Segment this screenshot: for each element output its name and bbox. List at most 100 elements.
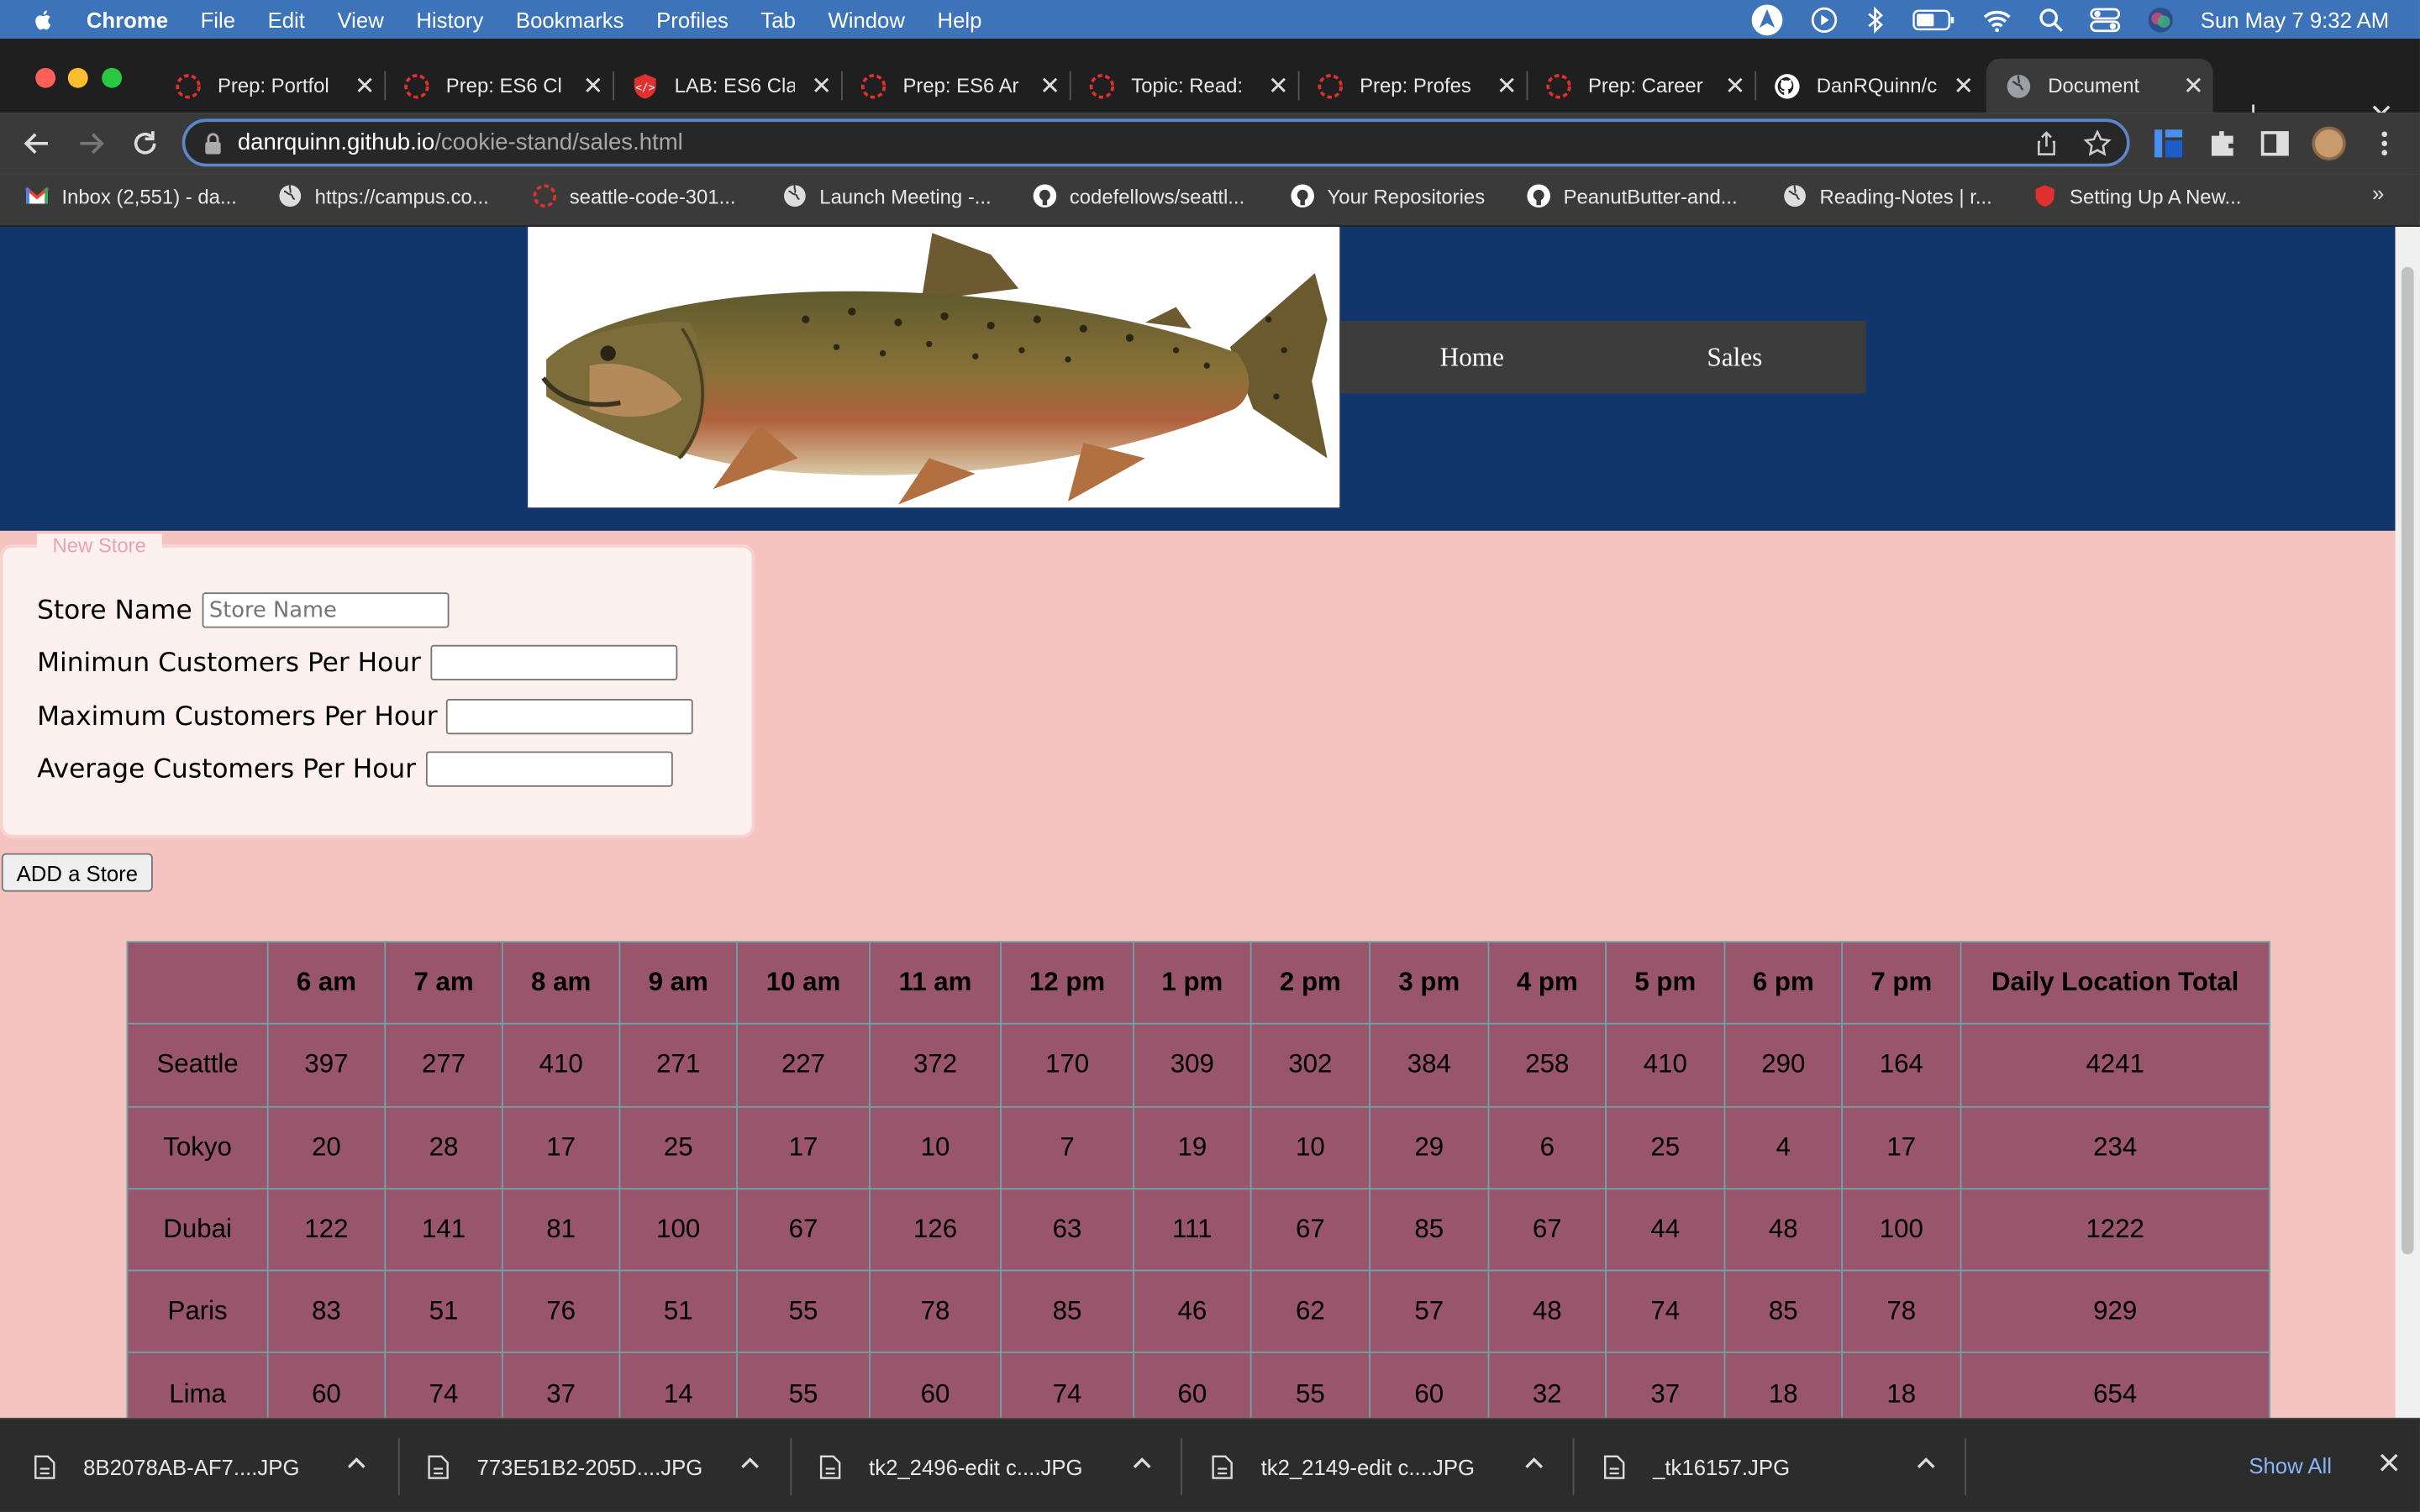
browser-tab[interactable]: Prep: Portfol ✕ xyxy=(156,59,387,113)
menu-help[interactable]: Help xyxy=(938,7,982,31)
tab-close-icon[interactable]: ✕ xyxy=(811,71,832,102)
wifi-icon[interactable] xyxy=(1981,7,2012,32)
download-item[interactable]: _tk16157.JPG xyxy=(1603,1420,1967,1512)
reload-icon[interactable] xyxy=(129,128,160,159)
hourly-sales-cell: 60 xyxy=(1133,1352,1252,1418)
avg-customers-input[interactable] xyxy=(425,751,672,787)
browser-tab[interactable]: Prep: Profes ✕ xyxy=(1298,59,1528,113)
header-cell: 8 am xyxy=(501,941,621,1026)
control-center-icon[interactable] xyxy=(2090,7,2121,32)
bookmark-item[interactable]: Launch Meeting -... xyxy=(782,175,992,218)
menu-window[interactable]: Window xyxy=(828,7,904,31)
chevron-up-icon[interactable] xyxy=(739,1453,761,1475)
chevron-up-icon[interactable] xyxy=(1523,1453,1545,1475)
download-item[interactable]: tk2_2496-edit c....JPG xyxy=(819,1420,1183,1512)
browser-tab[interactable]: </> LAB: ES6 Cla ✕ xyxy=(613,59,843,113)
bookmark-item[interactable]: PeanutButter-and... xyxy=(1526,175,1738,218)
download-item[interactable]: 773E51B2-205D....JPG xyxy=(428,1420,792,1512)
download-item[interactable]: tk2_2149-edit c....JPG xyxy=(1212,1420,1576,1512)
bookmarks-overflow-icon[interactable]: » xyxy=(2372,181,2384,205)
menu-history[interactable]: History xyxy=(416,7,483,31)
bookmark-item[interactable]: https://campus.co... xyxy=(278,175,489,218)
tab-close-icon[interactable]: ✕ xyxy=(1954,71,1975,102)
bluetooth-icon[interactable] xyxy=(1864,5,1886,34)
bookmark-item[interactable]: codefellows/seattl... xyxy=(1033,175,1244,218)
hourly-sales-cell: 74 xyxy=(1000,1352,1134,1418)
battery-icon[interactable] xyxy=(1912,8,1954,30)
play-circle-icon[interactable] xyxy=(1810,5,1838,33)
forward-arrow-icon[interactable] xyxy=(76,128,107,159)
tab-close-icon[interactable]: ✕ xyxy=(1039,71,1060,102)
browser-tab-active[interactable]: Document ✕ xyxy=(1986,58,2213,113)
chevron-up-icon[interactable] xyxy=(1131,1453,1153,1475)
extension-app-icon[interactable] xyxy=(2153,128,2184,159)
share-icon[interactable] xyxy=(2034,131,2059,155)
browser-tab[interactable]: Topic: Read: ✕ xyxy=(1070,59,1300,113)
window-zoom-button[interactable] xyxy=(102,67,123,88)
apple-icon[interactable] xyxy=(31,7,55,31)
navigation-arrow-icon[interactable] xyxy=(1749,3,1783,36)
browser-tab[interactable]: Prep: ES6 Cl ✕ xyxy=(384,59,615,113)
show-all-downloads-button[interactable]: Show All xyxy=(2226,1438,2355,1494)
hourly-sales-cell: 78 xyxy=(869,1269,1002,1354)
bookmark-star-icon[interactable] xyxy=(2083,129,2112,157)
nav-sales-link[interactable]: Sales xyxy=(1707,321,1762,393)
chevron-up-icon[interactable] xyxy=(1915,1453,1937,1475)
bookmark-label: Inbox (2,551) - da... xyxy=(61,184,237,208)
lock-icon[interactable] xyxy=(203,132,222,154)
tab-close-icon[interactable]: ✕ xyxy=(2183,71,2204,102)
store-location-cell: Dubai xyxy=(126,1188,269,1272)
menubar-clock[interactable]: Sun May 7 9:32 AM xyxy=(2201,7,2389,31)
siri-icon[interactable] xyxy=(2147,5,2175,33)
menu-profiles[interactable]: Profiles xyxy=(656,7,729,31)
menu-bookmarks[interactable]: Bookmarks xyxy=(516,7,624,31)
scrollbar-thumb[interactable] xyxy=(2401,266,2414,1255)
window-close-button[interactable] xyxy=(35,67,56,88)
profile-avatar[interactable] xyxy=(2312,126,2346,161)
menu-tab[interactable]: Tab xyxy=(760,7,795,31)
hourly-sales-cell: 271 xyxy=(618,1023,738,1108)
side-panel-icon[interactable] xyxy=(2260,128,2291,159)
spotlight-search-icon[interactable] xyxy=(2039,7,2063,31)
globe-icon xyxy=(279,184,302,207)
tab-close-icon[interactable]: ✕ xyxy=(1497,71,1518,102)
menu-app-name[interactable]: Chrome xyxy=(87,7,168,31)
max-customers-input[interactable] xyxy=(446,699,694,735)
page-scrollbar[interactable] xyxy=(2395,226,2420,1418)
store-name-input[interactable] xyxy=(201,592,449,628)
store-location-cell: Paris xyxy=(126,1269,269,1354)
hourly-sales-cell: 4 xyxy=(1723,1105,1844,1189)
more-vertical-icon[interactable] xyxy=(2369,128,2400,159)
window-minimize-button[interactable] xyxy=(67,67,88,88)
hourly-sales-cell: 18 xyxy=(1723,1352,1844,1418)
menu-edit[interactable]: Edit xyxy=(268,7,305,31)
close-downloads-icon[interactable] xyxy=(2377,1450,2402,1474)
bookmark-item[interactable]: Inbox (2,551) - da... xyxy=(24,175,237,218)
nav-home-link[interactable]: Home xyxy=(1440,321,1504,393)
back-arrow-icon[interactable] xyxy=(22,128,53,159)
bookmark-item[interactable]: Setting Up A New... xyxy=(2033,175,2241,218)
browser-tab[interactable]: Prep: ES6 Ar ✕ xyxy=(841,59,1071,113)
browser-tab[interactable]: Prep: Career ✕ xyxy=(1526,59,1757,113)
menu-view[interactable]: View xyxy=(337,7,383,31)
tab-close-icon[interactable]: ✕ xyxy=(1725,71,1746,102)
address-bar[interactable]: danrquinn.github.io/cookie-stand/sales.h… xyxy=(182,118,2130,167)
browser-tab[interactable]: DanRQuinn/c ✕ xyxy=(1754,59,1983,113)
bookmark-item[interactable]: Reading-Notes | r... xyxy=(1782,175,1992,218)
downloads-bar: 8B2078AB-AF7....JPG 773E51B2-205D....JPG… xyxy=(0,1417,2420,1512)
min-customers-input[interactable] xyxy=(429,644,677,680)
tab-close-icon[interactable]: ✕ xyxy=(1268,71,1289,102)
bookmark-label: codefellows/seattl... xyxy=(1069,184,1245,208)
bookmark-item[interactable]: Your Repositories xyxy=(1290,175,1485,218)
bookmark-item[interactable]: seattle-code-301... xyxy=(533,175,736,218)
add-store-button[interactable]: ADD a Store xyxy=(1,853,153,892)
daily-total-cell: 4241 xyxy=(1960,1023,2270,1108)
menu-file[interactable]: File xyxy=(201,7,235,31)
download-item[interactable]: 8B2078AB-AF7....JPG xyxy=(34,1420,397,1512)
tab-close-icon[interactable]: ✕ xyxy=(583,71,604,102)
extensions-puzzle-icon[interactable] xyxy=(2207,128,2238,159)
codefellows-icon xyxy=(1318,73,1343,98)
tab-close-icon[interactable]: ✕ xyxy=(355,71,376,102)
chevron-up-icon[interactable] xyxy=(345,1453,367,1475)
header-cell xyxy=(126,941,269,1026)
